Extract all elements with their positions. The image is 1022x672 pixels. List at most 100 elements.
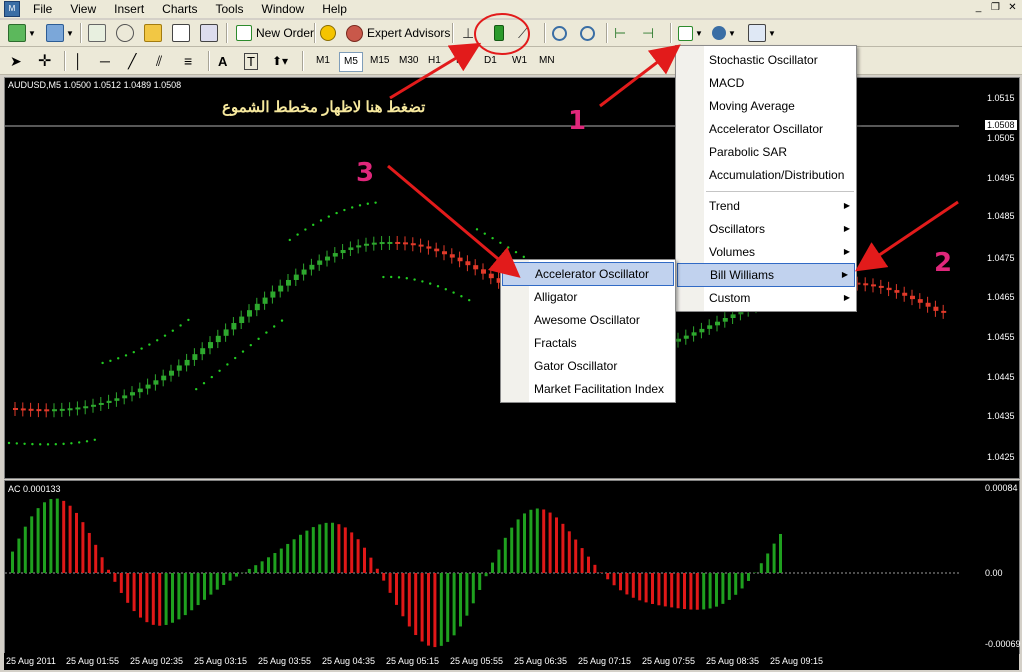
- menu-item-oscillators[interactable]: Oscillators ▶: [676, 218, 856, 240]
- ac-bar: [734, 573, 738, 595]
- candle: [262, 291, 268, 310]
- sar-dot: [343, 208, 346, 212]
- arrows-button[interactable]: ⬆▾: [272, 51, 288, 71]
- menu-help[interactable]: Help: [313, 2, 356, 16]
- time-label: 25 Aug 07:15: [578, 656, 632, 666]
- menu-item-trend[interactable]: Trend ▶: [676, 195, 856, 217]
- sar-dot: [335, 211, 338, 215]
- timeframe-d1[interactable]: D1: [480, 52, 501, 70]
- time-label: 25 Aug 05:15: [386, 656, 440, 666]
- ac-bar: [497, 549, 501, 573]
- timeframe-m15[interactable]: M15: [366, 52, 393, 70]
- expert-advisors-button[interactable]: Expert Advisors: [346, 23, 450, 43]
- cursor-button[interactable]: ➤: [10, 51, 22, 71]
- menu-insert[interactable]: Insert: [105, 2, 153, 16]
- navigator-button[interactable]: [144, 23, 162, 43]
- fibonacci-button[interactable]: ≡: [184, 51, 192, 71]
- ac-bar: [606, 573, 610, 580]
- submenu-item-mfi[interactable]: Market Facilitation Index: [501, 378, 675, 400]
- minimize-button[interactable]: _: [971, 1, 986, 15]
- timeframe-m5[interactable]: M5: [339, 52, 363, 72]
- menu-item-parabolic-sar[interactable]: Parabolic SAR: [676, 141, 856, 163]
- timeframe-m1[interactable]: M1: [312, 52, 334, 70]
- trendline-button[interactable]: ╱: [128, 51, 136, 71]
- candle: [722, 312, 728, 328]
- menu-item-stochastic[interactable]: Stochastic Oscillator: [676, 49, 856, 71]
- candle: [137, 382, 143, 399]
- periods-button[interactable]: ▼: [712, 23, 736, 43]
- menu-item-accumulation[interactable]: Accumulation/Distribution: [676, 164, 856, 186]
- time-label: 25 Aug 02:35: [130, 656, 184, 666]
- sar-dot: [265, 331, 268, 334]
- line-chart-button[interactable]: ⟋: [518, 23, 528, 43]
- text-label-button[interactable]: T: [244, 51, 258, 71]
- candle: [317, 254, 323, 271]
- accelerator-oscillator-window[interactable]: AC 0.000133: [4, 480, 960, 654]
- horizontal-line-icon: ─: [100, 53, 110, 69]
- ac-bar: [510, 527, 514, 573]
- menu-charts[interactable]: Charts: [153, 2, 206, 16]
- timeframe-mn[interactable]: MN: [535, 52, 559, 70]
- templates-button[interactable]: ▼: [748, 23, 776, 43]
- auto-scroll-button[interactable]: ⊢: [614, 23, 626, 43]
- indicators-button[interactable]: ▼: [678, 23, 703, 43]
- submenu-item-awesome[interactable]: Awesome Oscillator: [501, 309, 675, 331]
- warning-button[interactable]: [320, 23, 336, 43]
- new-order-button[interactable]: New Order: [236, 23, 314, 43]
- timeframe-h1[interactable]: H1: [424, 52, 445, 70]
- candlestick-icon: [494, 25, 504, 41]
- annotation-number: 2: [934, 248, 953, 278]
- timeframe-w1[interactable]: W1: [508, 52, 531, 70]
- ac-bar: [772, 543, 776, 573]
- menu-item-macd[interactable]: MACD: [676, 72, 856, 94]
- horizontal-line-button[interactable]: ─: [100, 51, 110, 71]
- close-button[interactable]: ✕: [1005, 1, 1020, 15]
- new-chart-button[interactable]: ▼: [8, 23, 36, 43]
- menu-tools[interactable]: Tools: [207, 2, 253, 16]
- submenu-item-accelerator[interactable]: Accelerator Oscillator: [502, 262, 674, 286]
- menu-item-custom[interactable]: Custom ▶: [676, 287, 856, 309]
- menu-item-moving-average[interactable]: Moving Average: [676, 95, 856, 117]
- ac-bar: [529, 509, 533, 573]
- menu-item-bill-williams[interactable]: Bill Williams ▶: [677, 263, 855, 287]
- sar-dot: [46, 443, 50, 446]
- menu-item-volumes[interactable]: Volumes ▶: [676, 241, 856, 263]
- vertical-line-button[interactable]: │: [74, 51, 83, 71]
- menu-item-accelerator[interactable]: Accelerator Oscillator: [676, 118, 856, 140]
- candle: [36, 403, 42, 418]
- timeframe-m30[interactable]: M30: [395, 52, 422, 70]
- sar-dot: [15, 442, 18, 445]
- zoom-in-button[interactable]: [552, 23, 567, 43]
- menu-window[interactable]: Window: [253, 2, 314, 16]
- channel-button[interactable]: ⫽: [156, 51, 162, 71]
- submenu-item-fractals[interactable]: Fractals: [501, 332, 675, 354]
- submenu-item-gator[interactable]: Gator Oscillator: [501, 355, 675, 377]
- sar-dot: [210, 375, 213, 379]
- text-button[interactable]: A: [218, 51, 227, 71]
- data-window-button[interactable]: [116, 23, 134, 43]
- menu-view[interactable]: View: [61, 2, 105, 16]
- menu-file[interactable]: File: [24, 2, 61, 16]
- sar-dot: [382, 275, 385, 279]
- candlestick-chart-button[interactable]: [490, 23, 504, 43]
- time-label: 25 Aug 01:55: [66, 656, 120, 666]
- submenu-item-alligator[interactable]: Alligator: [501, 286, 675, 308]
- zoom-out-button[interactable]: [580, 23, 595, 43]
- ac-bar: [721, 573, 725, 604]
- timeframe-h4[interactable]: H4: [452, 52, 473, 70]
- candle: [169, 364, 174, 382]
- restore-button[interactable]: ❐: [988, 1, 1003, 15]
- ac-bar: [311, 527, 315, 573]
- terminal-button[interactable]: [172, 23, 190, 43]
- ac-bar: [414, 573, 418, 636]
- ac-bar: [433, 573, 437, 648]
- crosshair-button[interactable]: ✛: [38, 51, 51, 71]
- strategy-tester-button[interactable]: [200, 23, 218, 43]
- chart-shift-button[interactable]: ⊣: [642, 23, 654, 43]
- ac-bar: [23, 526, 27, 573]
- price-label: 1.0425: [987, 452, 1015, 462]
- bar-chart-button[interactable]: ⊥: [462, 23, 474, 43]
- profiles-button[interactable]: ▼: [46, 23, 74, 43]
- market-watch-button[interactable]: [88, 23, 106, 43]
- ac-bar: [254, 565, 258, 573]
